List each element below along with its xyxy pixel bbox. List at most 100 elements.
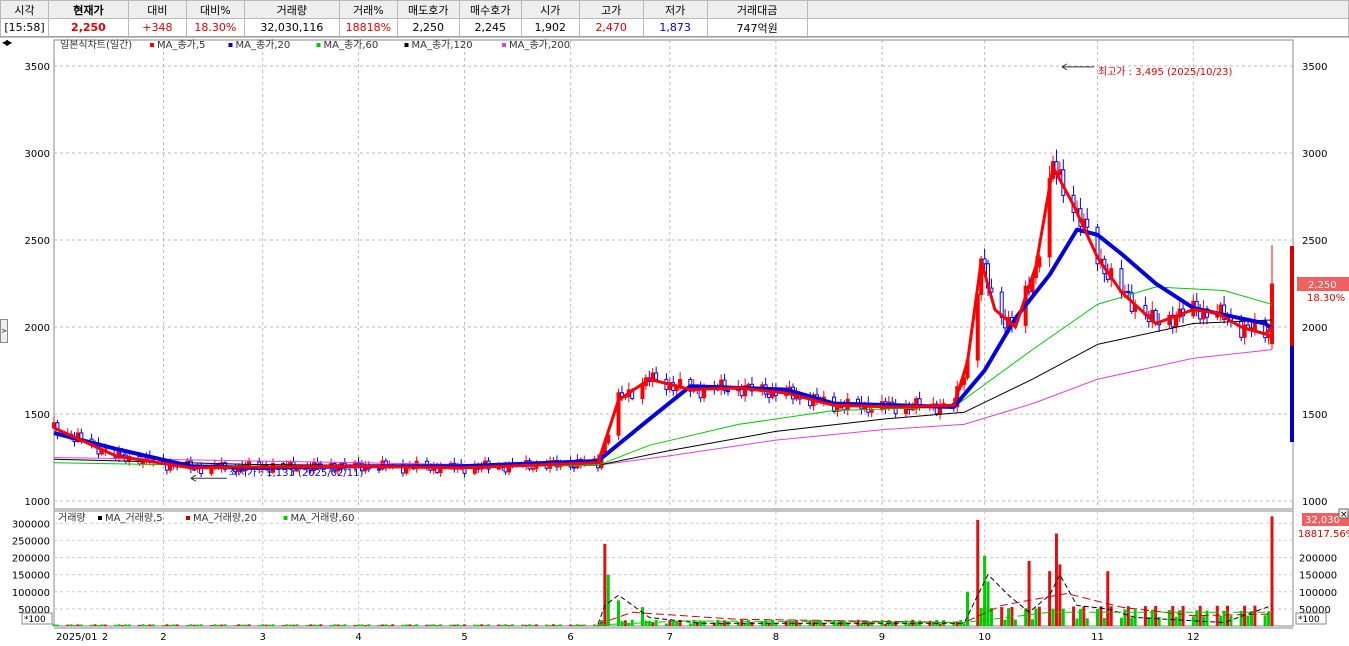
x-axis-label: 12 <box>1187 632 1200 643</box>
volume-bar <box>1037 606 1041 626</box>
volume-bar <box>261 624 265 626</box>
volume-bar <box>798 623 802 626</box>
volume-bar <box>268 624 272 626</box>
volume-tick-label-left: 300000 <box>12 519 50 530</box>
volume-bar <box>271 624 275 626</box>
volume-bar <box>55 624 59 626</box>
volume-bar <box>79 624 83 626</box>
volume-bar <box>572 624 576 626</box>
volume-bar-spike <box>1027 560 1031 626</box>
volume-bar <box>1003 619 1007 626</box>
volume-bar <box>473 624 477 626</box>
volume-bar <box>1102 618 1106 626</box>
volume-bar <box>281 625 285 626</box>
volume-bar <box>319 624 323 626</box>
volume-legend-title: 거래량 <box>58 512 86 524</box>
volume-bar <box>367 624 371 626</box>
volume-bar <box>1267 611 1271 626</box>
volume-bar <box>644 620 648 626</box>
volume-bar <box>216 624 220 626</box>
stock-chart[interactable]: 1000 1000 1500 1500 2000 2000 2500 2500 3000 3000… <box>0 0 1349 646</box>
volume-bar <box>189 624 193 626</box>
price-tick-label-right: 3500 <box>1302 62 1327 73</box>
price-tag-change: 18.30% <box>1307 293 1345 304</box>
price-legend-item: MA_종가,200 <box>509 39 570 51</box>
volume-bar <box>192 624 196 626</box>
volume-bar <box>688 623 692 626</box>
volume-bar <box>480 624 484 626</box>
volume-bar <box>285 624 289 626</box>
volume-tick-label-left: 250000 <box>12 536 50 547</box>
volume-bar <box>339 624 343 626</box>
volume-bar <box>504 624 508 626</box>
price-tick-label-left: 3500 <box>25 62 50 73</box>
volume-bar <box>552 624 556 626</box>
volume-legend-swatch <box>98 516 102 520</box>
volume-bar <box>223 624 227 626</box>
volume-bar <box>1154 606 1158 626</box>
volume-tick-label-right: 100000 <box>1299 588 1337 599</box>
volume-bar <box>1246 615 1250 626</box>
volume-bar <box>1263 615 1267 626</box>
volume-bar <box>1061 608 1065 626</box>
volume-bar <box>357 624 360 626</box>
volume-bar <box>93 624 97 626</box>
volume-bar <box>52 624 56 626</box>
volume-bar <box>914 622 918 626</box>
candle-body <box>530 467 535 470</box>
volume-bar-spike <box>606 574 610 626</box>
volume-bar <box>452 624 456 626</box>
volume-bar <box>654 619 658 626</box>
candle-body <box>910 408 915 411</box>
price-range-bar-up <box>1290 246 1294 346</box>
volume-bar <box>962 623 966 626</box>
volume-tick-label-left: 200000 <box>12 554 50 565</box>
volume-bar <box>1034 608 1038 626</box>
volume-bar <box>120 624 124 626</box>
volume-bar <box>363 624 367 626</box>
volume-bar <box>305 624 309 626</box>
volume-bar <box>220 624 224 626</box>
volume-bar <box>1013 619 1017 626</box>
volume-bar <box>209 625 213 626</box>
volume-bar <box>138 624 142 626</box>
volume-bar <box>73 625 77 626</box>
volume-bar <box>507 624 511 626</box>
volume-bar <box>750 621 754 626</box>
volume-bar <box>247 624 251 626</box>
candle-body <box>746 383 751 387</box>
volume-bar <box>883 623 887 626</box>
volume-bar <box>531 624 535 626</box>
chart-scroll-arrows-icon[interactable]: ◀▶ <box>2 38 12 47</box>
price-legend-item: MA_종가,120 <box>412 39 473 51</box>
volume-bar <box>818 620 822 626</box>
x-axis-label: 9 <box>879 632 885 643</box>
volume-bar <box>664 623 668 626</box>
volume-legend-item: MA_거래량,5 <box>105 512 163 524</box>
volume-bar <box>312 624 316 626</box>
volume-bar <box>329 624 333 626</box>
price-range-bar-down <box>1290 346 1294 442</box>
candle-body <box>572 466 577 469</box>
volume-bar <box>233 625 237 626</box>
volume-bar <box>647 620 651 626</box>
side-panel-toggle-button[interactable]: > <box>0 319 8 343</box>
volume-bar <box>415 624 419 626</box>
volume-bar <box>487 624 491 626</box>
price-legend-swatch <box>150 43 154 47</box>
volume-bar <box>483 625 487 626</box>
volume-bar-spike <box>1270 516 1274 626</box>
volume-tick-label-left: 100000 <box>12 588 50 599</box>
volume-unit-right: *100 <box>1298 615 1320 625</box>
volume-bar <box>333 624 337 626</box>
volume-bar <box>1205 610 1209 626</box>
volume-bar <box>103 624 107 626</box>
volume-bar <box>435 625 439 626</box>
volume-bar <box>391 624 395 626</box>
volume-bar <box>90 624 94 626</box>
x-axis-label: 10 <box>978 632 991 643</box>
volume-bar <box>699 620 703 626</box>
volume-bar <box>1096 609 1100 626</box>
volume-bar <box>175 624 179 626</box>
x-axis-label: 11 <box>1091 632 1104 643</box>
